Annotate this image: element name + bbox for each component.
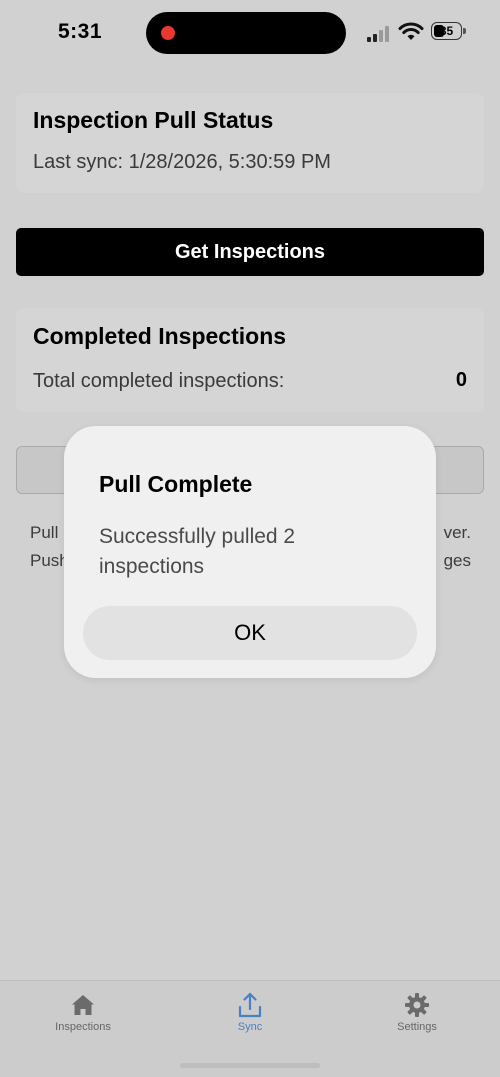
pull-status-card: Inspection Pull Status Last sync: 1/28/2… (16, 93, 484, 193)
tab-inspections[interactable]: Inspections (13, 981, 153, 1051)
help-text-line-2-end: ges (443, 551, 471, 570)
tab-settings-label: Settings (397, 1021, 437, 1033)
gear-icon (405, 993, 429, 1017)
pull-status-title: Inspection Pull Status (33, 107, 274, 133)
help-text-line-2-start: Push (30, 551, 69, 570)
tab-settings[interactable]: Settings (347, 981, 487, 1051)
home-icon (72, 995, 94, 1015)
battery-level: 35 (439, 24, 454, 38)
upload-icon (238, 992, 262, 1018)
get-inspections-button[interactable]: Get Inspections (16, 228, 484, 276)
home-indicator (180, 1063, 320, 1068)
help-text-line-1-start: Pull (30, 523, 59, 542)
wifi-icon (398, 22, 424, 40)
last-sync-text: Last sync: 1/28/2026, 5:30:59 PM (33, 151, 331, 173)
status-bar: 5:31 35 (0, 0, 500, 70)
dynamic-island (146, 12, 346, 54)
alert-ok-button[interactable]: OK (83, 606, 417, 660)
completed-count-label: Total completed inspections: (33, 370, 285, 392)
alert-title: Pull Complete (99, 471, 253, 497)
cellular-signal-icon (367, 26, 389, 42)
completed-count-value: 0 (455, 369, 467, 391)
completed-inspections-card: Completed Inspections Total completed in… (16, 308, 484, 412)
tab-sync-label: Sync (237, 1021, 263, 1033)
tab-inspections-label: Inspections (55, 1021, 111, 1033)
status-time: 5:31 (58, 20, 103, 43)
recording-indicator-icon (161, 26, 175, 40)
tab-sync[interactable]: Sync (180, 981, 320, 1051)
pull-complete-alert: Pull Complete Successfully pulled 2 insp… (64, 426, 436, 678)
help-text-line-1-end: ver. (443, 523, 471, 542)
sync-screen: 5:31 35 Inspection Pull Status Last sync… (0, 0, 500, 1077)
battery-icon: 35 (431, 22, 469, 42)
alert-message: Successfully pulled 2 inspections (99, 525, 296, 578)
completed-inspections-title: Completed Inspections (33, 323, 287, 349)
